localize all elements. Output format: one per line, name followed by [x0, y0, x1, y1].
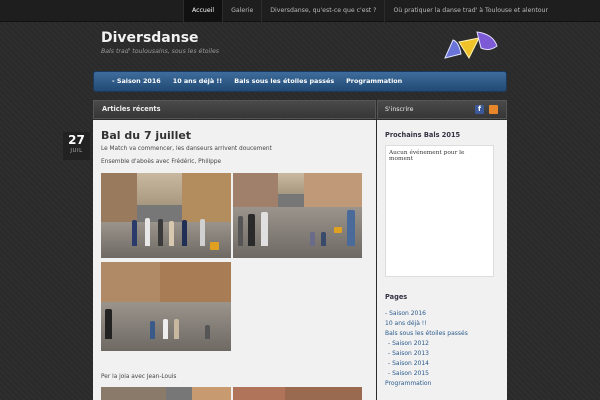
- site-tagline: Bals trad' toulousains, sous les étoiles: [101, 48, 220, 55]
- sidebar-page-saison-2015[interactable]: - Saison 2015: [388, 370, 429, 377]
- section-title-articles: Articles récents: [93, 100, 376, 119]
- post-text-line-3: Per la joia avec Jean-Louis: [101, 374, 177, 380]
- facebook-icon[interactable]: f: [475, 105, 484, 114]
- post-photo-4[interactable]: [101, 387, 231, 400]
- sidebar-page-saison-2012[interactable]: - Saison 2012: [388, 340, 429, 347]
- post-text-line-2: Ensemble d'aboès avec Frédéric, Philippe: [101, 159, 222, 165]
- main-navigation: - Saison 2016 10 ans déjà !! Bals sous l…: [93, 71, 507, 92]
- post-photo-2[interactable]: [233, 173, 362, 258]
- post-date-day: 27: [68, 133, 85, 147]
- topnav-item-galerie[interactable]: Galerie: [222, 0, 261, 22]
- post-photo-5[interactable]: [233, 387, 362, 400]
- topnav-item-ou-pratiquer[interactable]: Où pratiquer la danse trad' à Toulouse e…: [384, 0, 556, 22]
- site-title[interactable]: Diversdanse: [101, 30, 199, 46]
- sidebar-page-programmation[interactable]: Programmation: [385, 380, 431, 387]
- sidebar-header: S'inscrire f: [377, 100, 507, 119]
- events-empty-text: Aucun événement pour le moment: [389, 150, 465, 162]
- subscribe-label[interactable]: S'inscrire: [385, 106, 413, 113]
- sidebar-events-title: Prochains Bals 2015: [385, 131, 461, 139]
- rss-icon[interactable]: [489, 105, 498, 114]
- post-photo-3[interactable]: [101, 262, 231, 351]
- mainnav-item-bals-passes[interactable]: Bals sous les étoiles passés: [228, 72, 340, 91]
- events-box: Aucun événement pour le moment: [385, 145, 494, 277]
- sidebar-page-saison-2014[interactable]: - Saison 2014: [388, 360, 429, 367]
- sidebar-page-saison-2016[interactable]: - Saison 2016: [385, 310, 426, 317]
- sidebar-page-10-ans[interactable]: 10 ans déjà !!: [385, 320, 427, 327]
- topnav-item-diversdanse[interactable]: Diversdanse, qu'est-ce que c'est ?: [261, 0, 384, 22]
- top-navigation: Accueil Galerie Diversdanse, qu'est-ce q…: [0, 0, 600, 22]
- post-title[interactable]: Bal du 7 juillet: [101, 129, 191, 142]
- mainnav-item-programmation[interactable]: Programmation: [340, 72, 408, 91]
- post-photo-1[interactable]: [101, 173, 231, 258]
- post-text-line-1: Le Match va commencer, les danseurs arri…: [101, 146, 272, 152]
- sidebar-page-saison-2013[interactable]: - Saison 2013: [388, 350, 429, 357]
- site-logo[interactable]: [443, 28, 501, 62]
- mainnav-item-saison-2016[interactable]: - Saison 2016: [106, 72, 167, 91]
- sidebar-page-bals-passes[interactable]: Bals sous les étoiles passés: [385, 330, 468, 337]
- sidebar-pages-title: Pages: [385, 293, 408, 301]
- post-date-month: JUIL: [70, 148, 83, 154]
- topnav-item-accueil[interactable]: Accueil: [183, 0, 223, 22]
- post-date-badge: 27 JUIL: [63, 132, 90, 160]
- mainnav-item-10-ans[interactable]: 10 ans déjà !!: [167, 72, 228, 91]
